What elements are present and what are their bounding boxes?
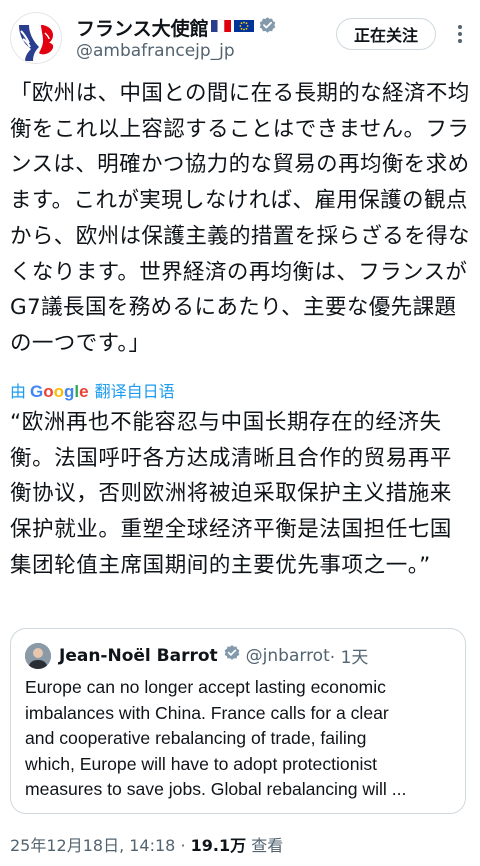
google-logo: Google	[30, 382, 89, 402]
translate-label: 翻译自日语	[94, 382, 175, 401]
translate-link[interactable]: 由 Google 翻译自日语	[10, 378, 175, 402]
google-logo-letter: e	[79, 382, 89, 401]
verified-badge-icon	[223, 644, 241, 667]
more-vertical-icon[interactable]	[452, 20, 468, 48]
france-flag-icon	[210, 18, 231, 38]
meta-separator: ·	[175, 836, 191, 855]
account-avatar[interactable]	[10, 12, 62, 64]
account-display-name[interactable]: フランス大使館	[76, 14, 209, 41]
quote-text-line: and cooperative rebalancing of trade, fa…	[25, 728, 367, 748]
verified-badge-icon	[258, 16, 277, 39]
account-name-row[interactable]: フランス大使館	[76, 14, 277, 41]
translated-text: “欧洲再也不能容忍与中国长期存在的经济失衡。法国呼吁各方达成清晰且合作的贸易再平…	[10, 410, 453, 578]
eu-flag-icon	[233, 18, 255, 38]
google-logo-letter: o	[53, 382, 65, 401]
tweet-text: 「欧州は、中国との間に在る長期的な経済不均衡をこれ以上容認することはできません。…	[10, 81, 470, 356]
view-count: 19.1万	[190, 836, 247, 855]
quote-text-line: which, Europe will have to adopt protect…	[25, 753, 378, 774]
quote-header: Jean-Noël Barrot @jnbarrot · 1天	[59, 643, 368, 668]
quote-author-handle[interactable]: @jnbarrot	[246, 646, 330, 666]
quote-text-line: imbalances with China. France calls for …	[25, 702, 389, 723]
google-logo-letter: G	[30, 382, 44, 401]
quote-time: · 1天	[329, 648, 369, 668]
views-label: 查看	[251, 836, 284, 855]
tweet-meta: 25年12月18日, 14:18 · 19.1万 查看	[10, 832, 283, 856]
tweet-timestamp[interactable]: 25年12月18日, 14:18	[10, 836, 175, 855]
following-button[interactable]: 正在关注	[336, 18, 436, 50]
google-logo-letter: g	[64, 382, 75, 401]
quote-author-name[interactable]: Jean-Noël Barrot	[59, 646, 218, 666]
quote-text-line: Europe can no longer accept lasting econ…	[25, 677, 386, 697]
google-logo-letter: o	[43, 382, 54, 401]
translate-by-label: 由	[10, 382, 27, 401]
account-handle[interactable]: @ambafrancejp_jp	[76, 41, 235, 61]
marianne-logo	[19, 25, 54, 61]
quote-author-avatar[interactable]	[25, 643, 51, 669]
tweet-header: フランス大使館 @ambafrancejp_jp 正在关注	[0, 0, 480, 80]
quote-text-line: measures to save jobs. Global rebalancin…	[25, 779, 407, 799]
quote-tweet-card[interactable]: Jean-Noël Barrot @jnbarrot · 1天 Europe c…	[10, 628, 466, 814]
quote-text: Europe can no longer accept lasting econ…	[25, 675, 455, 803]
